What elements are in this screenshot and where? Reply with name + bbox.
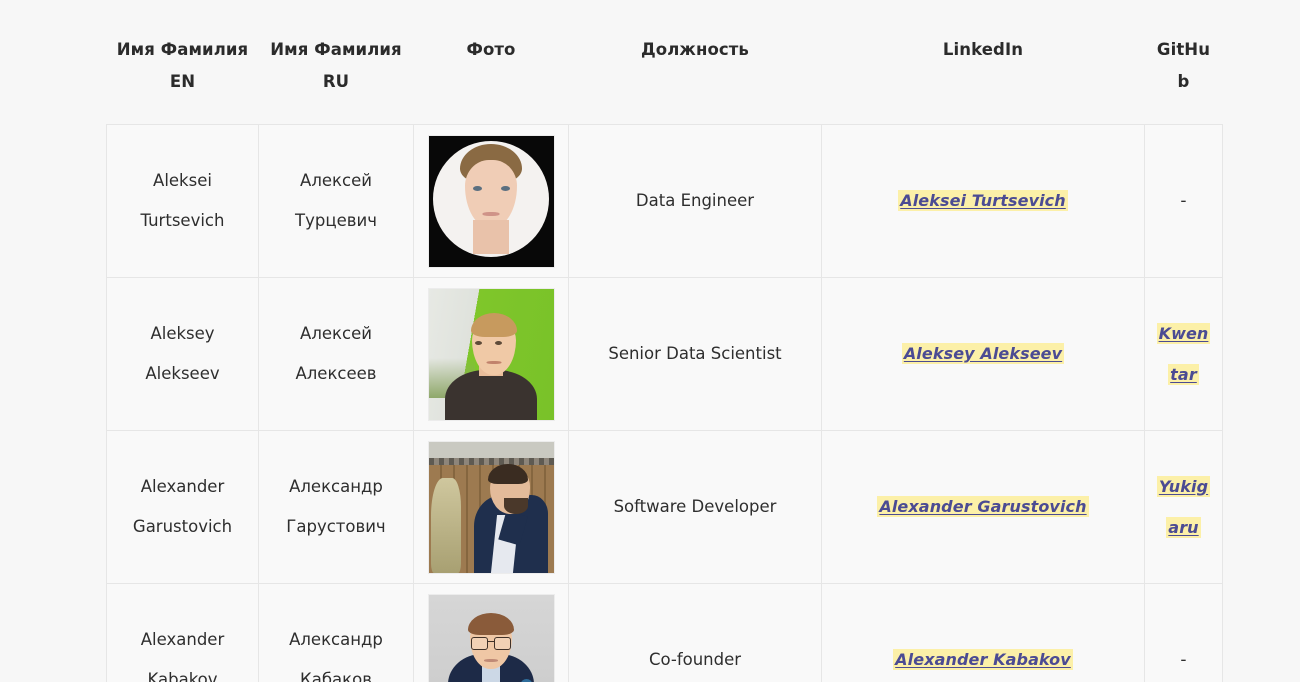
table-row: Aleksey Alekseev Алексей Алексеев Senior… bbox=[106, 277, 1223, 432]
github-link-line1[interactable]: Kwen bbox=[1156, 322, 1211, 344]
cell-role: Data Engineer bbox=[568, 124, 822, 279]
linkedin-link[interactable]: Aleksei Turtsevich bbox=[898, 190, 1068, 212]
table-body: Aleksei Turtsevich Алексей Турцевич Data… bbox=[106, 124, 1223, 682]
column-header-github-line2: b bbox=[1177, 72, 1190, 92]
column-header-role: Должность bbox=[569, 0, 822, 125]
name-ru-first: Алексей bbox=[300, 170, 372, 190]
github-empty-value: - bbox=[1180, 190, 1187, 211]
cell-github: - bbox=[1144, 124, 1223, 279]
column-header-name-en-line2: EN bbox=[169, 72, 196, 92]
cell-role: Software Developer bbox=[568, 430, 822, 585]
name-ru-first: Александр bbox=[289, 476, 383, 496]
column-header-linkedin: LinkedIn bbox=[822, 0, 1145, 125]
table-header: Имя Фамилия EN Имя Фамилия RU Фото Должн… bbox=[107, 0, 1223, 125]
name-ru-last: Турцевич bbox=[295, 211, 377, 231]
column-header-name-en-line1: Имя Фамилия bbox=[116, 40, 249, 59]
cell-name-en: Aleksey Alekseev bbox=[106, 277, 259, 432]
column-header-name-ru: Имя Фамилия RU bbox=[259, 0, 414, 125]
table-row: Alexander Kabakov Александр Кабаков Co-f… bbox=[106, 583, 1223, 682]
cell-role: Co-founder bbox=[568, 583, 822, 682]
page-root: Имя Фамилия EN Имя Фамилия RU Фото Должн… bbox=[0, 0, 1300, 682]
cell-linkedin: Alexander Garustovich bbox=[821, 430, 1145, 585]
cell-photo bbox=[413, 277, 569, 432]
name-ru-last: Алексеев bbox=[295, 364, 377, 384]
column-header-name-ru-line1: Имя Фамилия bbox=[270, 40, 402, 59]
name-ru-last: Гарустович bbox=[286, 517, 386, 537]
linkedin-link[interactable]: Alexander Kabakov bbox=[893, 649, 1073, 671]
github-empty-value: - bbox=[1180, 649, 1187, 670]
column-header-github-line1: GitHu bbox=[1156, 40, 1211, 59]
team-table: Имя Фамилия EN Имя Фамилия RU Фото Должн… bbox=[106, 0, 1223, 682]
name-ru-first: Александр bbox=[289, 629, 383, 649]
cell-photo bbox=[413, 124, 569, 279]
cell-github: - bbox=[1144, 583, 1223, 682]
linkedin-link[interactable]: Alexander Garustovich bbox=[877, 496, 1089, 518]
github-link-line2[interactable]: aru bbox=[1166, 517, 1201, 539]
column-header-linkedin-line1: LinkedIn bbox=[942, 40, 1024, 59]
cell-name-ru: Александр Гарустович bbox=[258, 430, 414, 585]
avatar bbox=[427, 287, 555, 421]
cell-role: Senior Data Scientist bbox=[568, 277, 822, 432]
cell-name-en: Alexander Garustovich bbox=[106, 430, 259, 585]
header-row: Имя Фамилия EN Имя Фамилия RU Фото Должн… bbox=[107, 0, 1223, 125]
cell-name-en: Aleksei Turtsevich bbox=[106, 124, 259, 279]
column-header-name-en: Имя Фамилия EN bbox=[107, 0, 259, 125]
name-en-last: Kabakov bbox=[147, 670, 218, 682]
avatar bbox=[427, 440, 555, 574]
cell-name-ru: Алексей Алексеев bbox=[258, 277, 414, 432]
name-en-last: Garustovich bbox=[132, 517, 233, 537]
cell-github: Yukig aru bbox=[1144, 430, 1223, 585]
avatar bbox=[427, 593, 555, 682]
github-link-line1[interactable]: Yukig bbox=[1156, 475, 1211, 497]
name-en-first: Aleksei bbox=[153, 170, 212, 190]
cell-linkedin: Aleksey Alekseev bbox=[821, 277, 1145, 432]
avatar bbox=[427, 134, 555, 268]
cell-github: Kwen tar bbox=[1144, 277, 1223, 432]
name-en-first: Alexander bbox=[140, 476, 225, 496]
name-en-last: Turtsevich bbox=[140, 211, 225, 231]
cell-name-en: Alexander Kabakov bbox=[106, 583, 259, 682]
name-ru-first: Алексей bbox=[300, 323, 372, 343]
team-table-container: Имя Фамилия EN Имя Фамилия RU Фото Должн… bbox=[106, 0, 1223, 682]
name-ru-last: Кабаков bbox=[300, 670, 372, 682]
name-en-last: Alekseev bbox=[145, 364, 220, 384]
cell-photo bbox=[413, 583, 569, 682]
linkedin-link[interactable]: Aleksey Alekseev bbox=[901, 343, 1065, 365]
column-header-role-line1: Должность bbox=[641, 40, 749, 59]
column-header-photo: Фото bbox=[414, 0, 569, 125]
column-header-photo-line1: Фото bbox=[466, 40, 516, 59]
column-header-github: GitHu b bbox=[1145, 0, 1223, 125]
cell-photo bbox=[413, 430, 569, 585]
cell-name-ru: Александр Кабаков bbox=[258, 583, 414, 682]
column-header-name-ru-line2: RU bbox=[322, 72, 350, 92]
cell-name-ru: Алексей Турцевич bbox=[258, 124, 414, 279]
cell-linkedin: Alexander Kabakov bbox=[821, 583, 1145, 682]
name-en-first: Alexander bbox=[140, 629, 225, 649]
name-en-first: Aleksey bbox=[150, 323, 215, 343]
table-row: Alexander Garustovich Александр Гарустов… bbox=[106, 430, 1223, 585]
table-row: Aleksei Turtsevich Алексей Турцевич Data… bbox=[106, 124, 1223, 279]
github-link-line2[interactable]: tar bbox=[1168, 364, 1199, 386]
cell-linkedin: Aleksei Turtsevich bbox=[821, 124, 1145, 279]
